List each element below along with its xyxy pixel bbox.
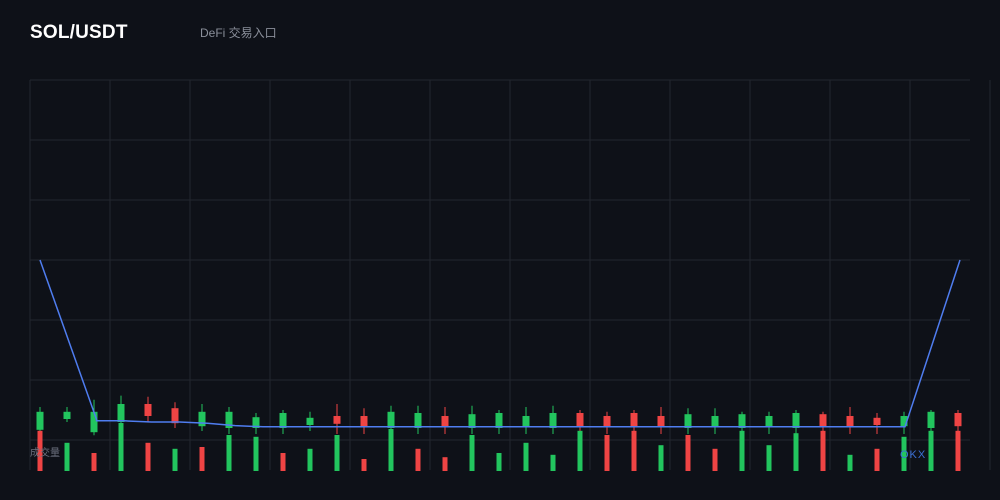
candle-body xyxy=(819,414,827,427)
volume-bar xyxy=(793,433,799,471)
candle-body xyxy=(495,413,503,428)
candle-body xyxy=(36,411,44,430)
candlestick-series xyxy=(36,395,962,436)
candle-body xyxy=(576,413,584,427)
candle-body xyxy=(279,413,287,428)
volume-bar xyxy=(739,430,745,471)
candle-body xyxy=(630,413,638,427)
candle-body xyxy=(441,416,449,427)
volume-bar xyxy=(199,447,205,471)
volume-bar xyxy=(442,457,448,471)
volume-bar xyxy=(631,430,637,471)
volume-bar xyxy=(226,435,232,471)
candle-body xyxy=(387,411,395,428)
volume-bar xyxy=(550,454,556,471)
candle-body xyxy=(63,411,71,419)
candle-body xyxy=(90,411,98,433)
volume-bar xyxy=(496,453,502,471)
volume-bar xyxy=(577,430,583,471)
candle-body xyxy=(333,416,341,424)
volume-bar xyxy=(928,430,934,471)
volume-bar xyxy=(253,436,259,471)
volume-bar xyxy=(280,453,286,471)
candle-body xyxy=(846,416,854,427)
volume-bar xyxy=(874,448,880,471)
candle-body xyxy=(684,414,692,428)
volume-bar xyxy=(91,453,97,471)
candle-body xyxy=(306,417,314,425)
candle-body xyxy=(711,416,719,427)
candle-body xyxy=(765,416,773,427)
candle-body xyxy=(522,416,530,427)
candle-body xyxy=(792,413,800,428)
volume-bar xyxy=(820,430,826,471)
volume-bar xyxy=(415,448,421,471)
volume-bar xyxy=(766,445,772,471)
volume-bar xyxy=(334,435,340,471)
volume-bar xyxy=(469,435,475,471)
candle-body xyxy=(360,416,368,427)
volume-bar xyxy=(388,429,394,471)
volume-bar xyxy=(118,423,124,471)
okx-watermark: OKX xyxy=(900,449,926,461)
volume-bar xyxy=(955,430,961,471)
candle-body xyxy=(954,413,962,427)
candle-body xyxy=(549,413,557,428)
candle-body xyxy=(927,411,935,428)
volume-bar xyxy=(145,442,151,471)
candle-body xyxy=(198,411,206,427)
candle-body xyxy=(171,408,179,424)
volume-bar xyxy=(172,448,178,471)
candle-body xyxy=(468,414,476,428)
volume-bar xyxy=(658,445,664,471)
candle-body xyxy=(414,413,422,428)
price-chart[interactable]: 成交量 OKX xyxy=(0,0,1000,500)
volume-bar xyxy=(685,435,691,471)
volume-bar xyxy=(307,448,313,471)
candle-body xyxy=(657,416,665,427)
candle-body xyxy=(603,416,611,427)
volume-bar xyxy=(847,454,853,471)
volume-bar xyxy=(604,435,610,471)
candle-body xyxy=(117,404,125,422)
price-line xyxy=(39,259,961,428)
volume-bar xyxy=(523,442,529,471)
candle-body xyxy=(144,404,152,416)
volume-bar xyxy=(712,448,718,471)
volume-label: 成交量 xyxy=(30,446,60,459)
volume-bar xyxy=(64,442,70,471)
candle-body xyxy=(873,417,881,425)
candle-body xyxy=(738,414,746,428)
volume-bar xyxy=(361,459,367,471)
